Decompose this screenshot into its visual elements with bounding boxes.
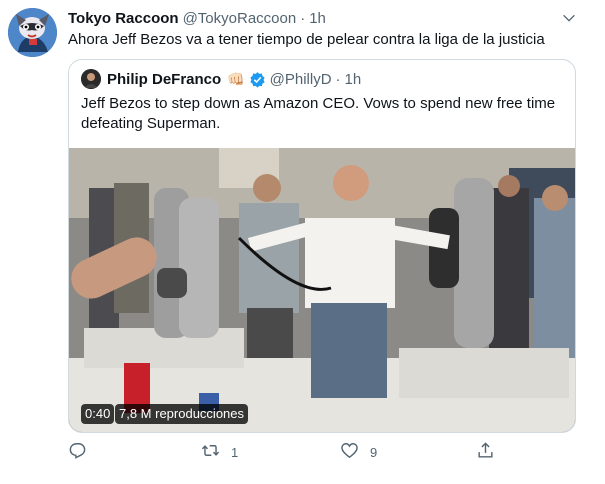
tweet-header: Tokyo Raccoon @TokyoRaccoon · 1h bbox=[68, 8, 326, 28]
reply-icon bbox=[68, 441, 87, 463]
retweet-count: 1 bbox=[231, 444, 239, 460]
fist-emoji: 👊🏻 bbox=[227, 70, 245, 87]
like-button[interactable]: 9 bbox=[340, 440, 377, 464]
quoted-tweet[interactable]: Philip DeFranco 👊🏻 @PhillyD · 1h Jeff Be… bbox=[68, 59, 576, 433]
like-count: 9 bbox=[370, 444, 378, 460]
quoted-header: Philip DeFranco 👊🏻 @PhillyD · 1h bbox=[81, 69, 361, 89]
action-bar: 1 9 bbox=[68, 440, 508, 464]
video-duration-badge: 0:40 bbox=[81, 404, 115, 424]
chevron-down-icon[interactable] bbox=[559, 8, 579, 28]
video-player[interactable]: 0:40 7,8 M reproducciones bbox=[69, 148, 575, 432]
share-button[interactable] bbox=[476, 440, 495, 464]
quoted-separator-dot: · bbox=[335, 70, 341, 88]
display-name[interactable]: Tokyo Raccoon bbox=[68, 10, 179, 27]
timestamp[interactable]: 1h bbox=[309, 10, 326, 27]
quoted-text: Jeff Bezos to step down as Amazon CEO. V… bbox=[81, 95, 556, 132]
separator-dot: · bbox=[300, 9, 306, 27]
share-icon bbox=[476, 441, 495, 463]
tweet-text: Ahora Jeff Bezos va a tener tiempo de pe… bbox=[68, 31, 545, 48]
raccoon-avatar-icon[interactable] bbox=[8, 8, 57, 57]
retweet-icon bbox=[201, 441, 220, 463]
video-views-badge: 7,8 M reproducciones bbox=[115, 404, 249, 424]
verified-badge-icon bbox=[249, 71, 266, 88]
tweet[interactable]: Tokyo Raccoon @TokyoRaccoon · 1h Ahora J… bbox=[0, 0, 605, 484]
quoted-timestamp: 1h bbox=[344, 70, 362, 88]
quoted-avatar bbox=[81, 69, 101, 89]
reply-button[interactable] bbox=[68, 440, 87, 464]
user-handle[interactable]: @TokyoRaccoon bbox=[183, 10, 297, 27]
quoted-display-name: Philip DeFranco bbox=[107, 70, 222, 88]
quoted-handle: @PhillyD bbox=[269, 70, 332, 88]
heart-icon bbox=[340, 441, 359, 463]
retweet-button[interactable]: 1 bbox=[201, 440, 238, 464]
